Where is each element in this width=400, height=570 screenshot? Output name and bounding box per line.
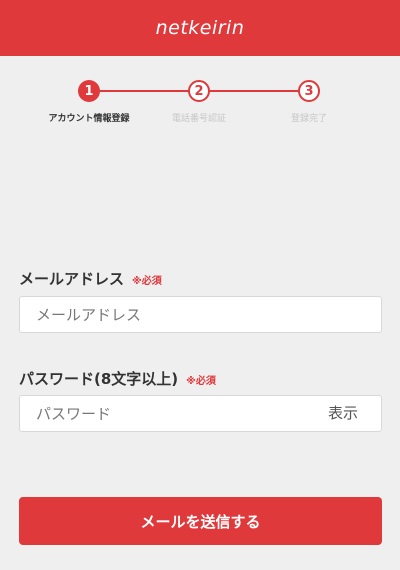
- step-3-indicator: 3: [298, 80, 320, 102]
- email-label-text: メールアドレス: [19, 270, 125, 288]
- email-field[interactable]: [20, 297, 326, 332]
- netkeirin-logo: netkeirin: [155, 17, 245, 39]
- email-field-container: [19, 296, 382, 333]
- password-field-container: 表示: [19, 395, 382, 432]
- password-label: パスワード(8文字以上) ※必須: [19, 368, 216, 389]
- password-field[interactable]: [20, 396, 326, 431]
- password-label-text: パスワード(8文字以上): [19, 370, 179, 388]
- step-2-label: 電話番号認証: [171, 114, 226, 124]
- email-required-badge: ※必須: [132, 276, 162, 287]
- email-label: メールアドレス ※必須: [19, 268, 162, 289]
- app-header: netkeirin: [0, 0, 400, 56]
- show-password-toggle[interactable]: 表示: [328, 396, 358, 431]
- step-1-indicator: 1: [78, 80, 100, 102]
- step-1-label: アカウント情報登録: [48, 114, 130, 124]
- send-email-button[interactable]: メールを送信する: [19, 497, 382, 545]
- step-3-label: 登録完了: [290, 114, 327, 124]
- password-required-badge: ※必須: [186, 376, 216, 387]
- step-2-indicator: 2: [188, 80, 210, 102]
- step-connector: [100, 90, 196, 92]
- registration-stepper: 1 2 3 アカウント情報登録 電話番号認証 登録完了: [0, 80, 400, 130]
- step-connector: [210, 90, 309, 92]
